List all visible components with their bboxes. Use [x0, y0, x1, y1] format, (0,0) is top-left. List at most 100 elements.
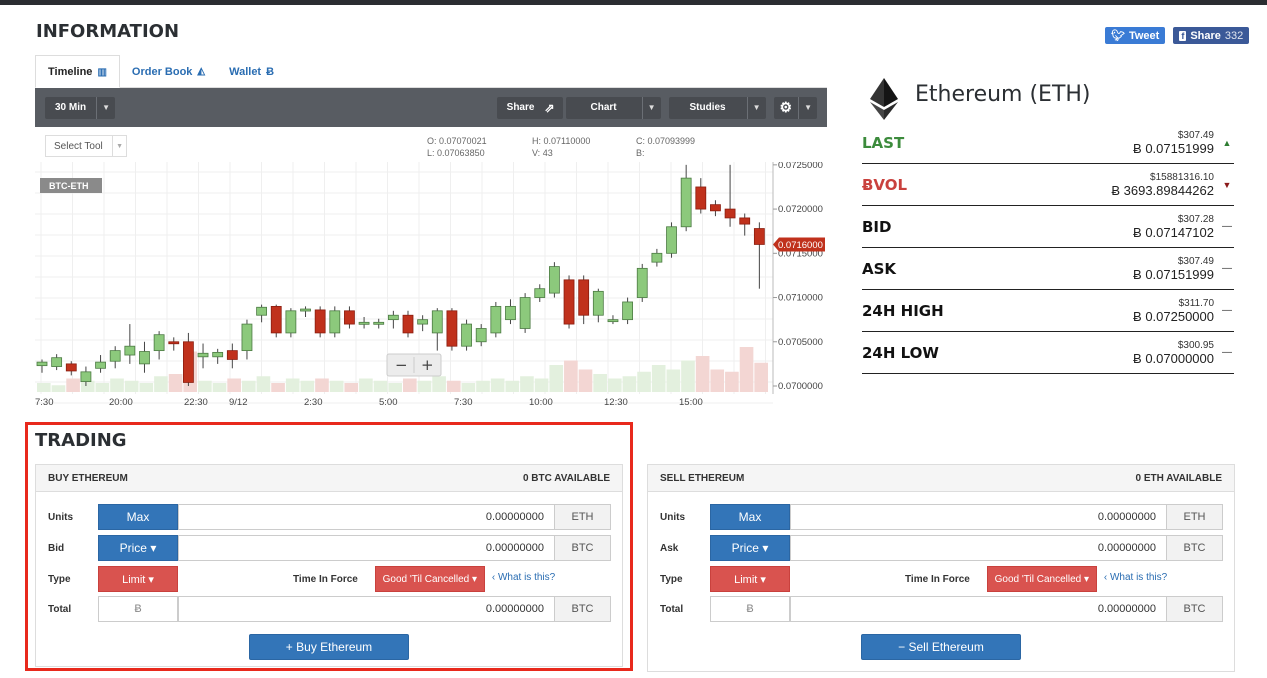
- candle-body: [622, 301, 633, 321]
- y-tick-label: 0.0705000: [778, 337, 823, 348]
- coin-title: Ethereum (ETH): [915, 82, 1091, 107]
- volume-bar: [388, 383, 402, 392]
- chevron-down-icon: ▼: [798, 96, 817, 119]
- chevron-down-icon: ▼: [746, 96, 766, 119]
- tab-timeline[interactable]: Timeline ▥: [35, 55, 120, 88]
- ohlc-b-label: B:: [636, 148, 645, 158]
- candle-body: [505, 305, 516, 321]
- sell-price-dropdown[interactable]: Price ▾: [710, 535, 790, 561]
- stat-usd: $307.49: [1177, 129, 1214, 141]
- candle-body: [139, 351, 150, 365]
- chart-type-dropdown[interactable]: Chart ▼: [565, 96, 661, 119]
- sell-total-input[interactable]: 0.00000000: [790, 596, 1167, 622]
- sell-units-input[interactable]: 0.00000000: [790, 504, 1167, 530]
- stat-btc: Ƀ 0.07147102: [1133, 224, 1214, 240]
- candle-body: [739, 217, 751, 225]
- volume-bar: [168, 374, 183, 392]
- sell-ask-input[interactable]: 0.00000000: [790, 535, 1167, 561]
- y-tick-label: 0.0700000: [778, 381, 823, 392]
- tab-wallet[interactable]: Wallet Ƀ: [217, 55, 286, 87]
- price-chart[interactable]: 0.07250000.07200000.07150000.07100000.07…: [35, 162, 827, 410]
- current-price-label: 0.0716000: [778, 240, 823, 251]
- candle-body: [651, 252, 663, 263]
- top-bar: [0, 0, 1267, 5]
- stat-value-stack: $311.70 Ƀ 0.07250000: [1133, 298, 1214, 324]
- x-tick-label: 9/12: [229, 397, 248, 408]
- candle-body: [446, 310, 458, 347]
- candle-body: [461, 323, 472, 347]
- stat-label: 24H LOW: [862, 343, 939, 362]
- sell-units-label: Units: [660, 511, 685, 523]
- ohlc-o-label: O:: [427, 136, 437, 146]
- volume-bar: [300, 380, 315, 392]
- volume-bar: [432, 376, 446, 392]
- ohlc-c-label: C:: [636, 136, 645, 146]
- ohlc-readout: O: 0.07070021 H: 0.07110000 C: 0.07093999 …: [427, 135, 727, 159]
- volume-bar: [446, 380, 461, 392]
- sell-tif-label: Time In Force: [905, 573, 970, 585]
- symbol-label: BTC-ETH: [49, 181, 89, 191]
- share-button[interactable]: f Share 332: [1173, 27, 1250, 44]
- volume-bar: [66, 378, 80, 392]
- stat-values: $307.28 Ƀ 0.07147102 —: [1133, 214, 1234, 240]
- candle-body: [358, 321, 370, 325]
- x-tick-label: 12:30: [604, 397, 628, 408]
- ohlc-v-label: V:: [532, 148, 541, 158]
- sell-max-button[interactable]: Max: [710, 504, 790, 530]
- candle-body: [431, 310, 443, 334]
- stat-label: LAST: [862, 133, 905, 152]
- tweet-button[interactable]: 🐦︎ Tweet: [1105, 27, 1166, 44]
- volume-bar: [329, 380, 344, 392]
- volume-bar: [198, 380, 212, 392]
- ohlc-h-label: H:: [532, 136, 541, 146]
- select-tool-label: Select Tool: [54, 140, 103, 152]
- candle-body: [607, 319, 619, 323]
- stat-usd: $311.70: [1178, 297, 1214, 309]
- volume-bar: [359, 378, 373, 392]
- chart-share-button[interactable]: Share ⇗: [496, 96, 563, 119]
- candle-body: [197, 352, 209, 358]
- volume-bar: [578, 369, 593, 392]
- volume-bar: [241, 380, 256, 392]
- ohlc-h-value: 0.07110000: [543, 136, 591, 146]
- stat-usd: $300.95: [1177, 339, 1214, 351]
- candle-body: [226, 350, 238, 360]
- stat-usd: $15881316.10: [1150, 171, 1214, 183]
- volume-bar: [695, 356, 710, 392]
- sell-limit-dropdown[interactable]: Limit ▾: [710, 566, 790, 592]
- sell-type-label: Type: [660, 573, 683, 585]
- chevron-down-icon: ▼: [641, 96, 661, 119]
- sell-ethereum-button[interactable]: − Sell Ethereum: [861, 634, 1021, 660]
- stat-btc: Ƀ 0.07000000: [1133, 350, 1214, 366]
- candle-body: [51, 357, 63, 367]
- tab-wallet-label: Wallet: [229, 65, 262, 78]
- x-tick-label: 22:30: [184, 397, 208, 408]
- bitcoin-icon: Ƀ: [266, 65, 275, 78]
- stat-values: $15881316.10 Ƀ 3693.89844262 ▼: [1111, 172, 1234, 198]
- select-tool-dropdown[interactable]: Select Tool ▼: [45, 135, 127, 157]
- stat-row: ASK $307.49 Ƀ 0.07151999 —: [862, 248, 1234, 290]
- ohlc-v-value: 43: [542, 148, 553, 158]
- candle-body: [300, 308, 311, 312]
- sell-units-unit: ETH: [1167, 504, 1223, 530]
- tab-order-book[interactable]: Order Book ◭: [120, 55, 217, 87]
- volume-bar: [754, 362, 768, 392]
- volume-bar: [124, 380, 139, 392]
- candle-body: [636, 267, 648, 298]
- sell-what-link[interactable]: ‹ What is this?: [1104, 572, 1167, 583]
- volume-bar: [344, 383, 359, 392]
- stat-btc: Ƀ 0.07151999: [1133, 266, 1214, 282]
- sell-ask-unit: BTC: [1167, 535, 1223, 561]
- candle-body: [182, 341, 194, 383]
- settings-dropdown[interactable]: ⚙ ▼: [773, 96, 817, 119]
- ohlc-c-value: 0.07093999: [647, 136, 696, 146]
- share-out-icon: ⇗: [544, 100, 555, 115]
- sell-units-row: Units Max 0.00000000 ETH: [660, 504, 1223, 530]
- tab-timeline-label: Timeline: [48, 66, 93, 78]
- sell-tif-dropdown[interactable]: Good 'Til Cancelled ▾: [986, 566, 1097, 592]
- volume-bar: [607, 378, 622, 392]
- interval-dropdown[interactable]: 30 Min ▼: [45, 96, 116, 119]
- tweet-label: Tweet: [1128, 29, 1160, 42]
- studies-dropdown[interactable]: Studies ▼: [668, 96, 766, 119]
- candle-body: [695, 186, 707, 210]
